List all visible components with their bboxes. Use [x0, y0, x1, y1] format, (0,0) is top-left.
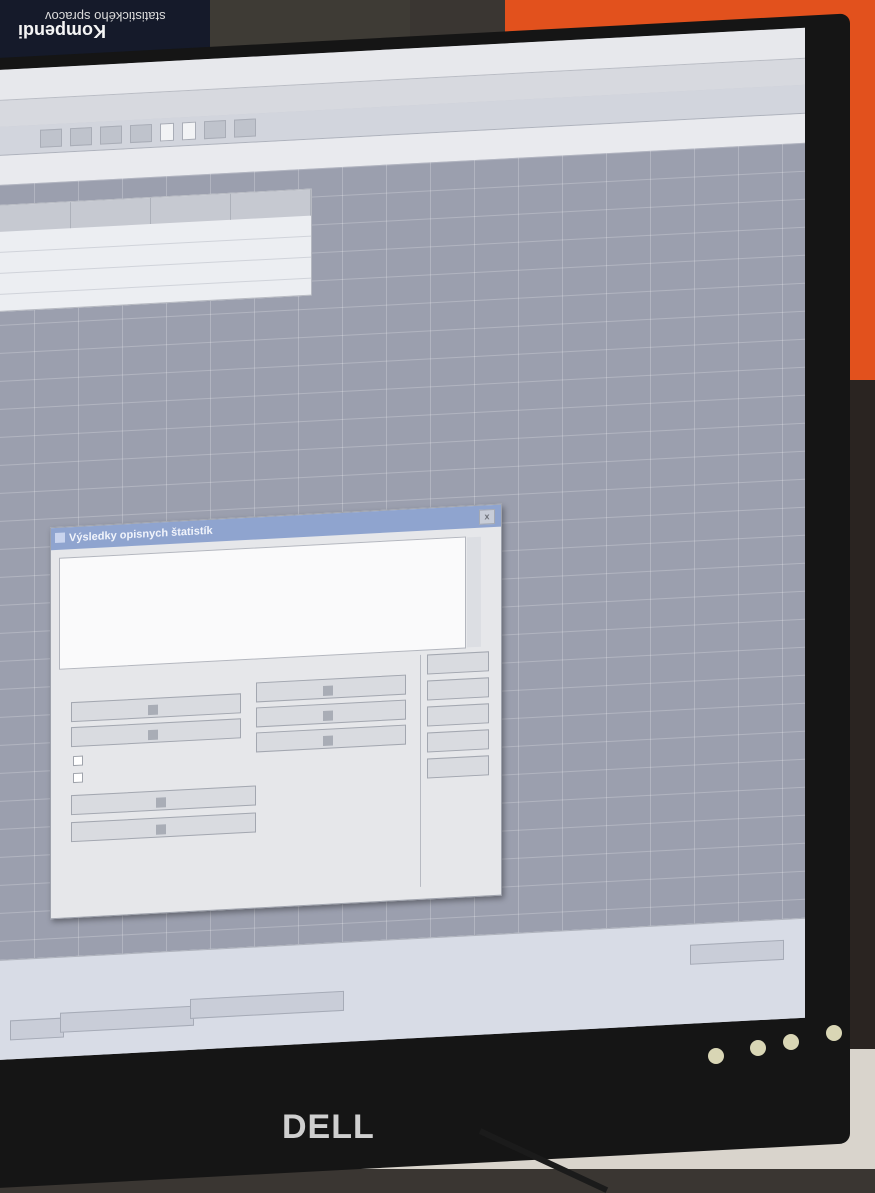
system-tray[interactable]: [690, 939, 784, 965]
bold-icon[interactable]: [204, 120, 226, 140]
table-icon: [148, 704, 158, 715]
monitor-brand-logo: DELL: [282, 1108, 375, 1146]
italic-icon[interactable]: [234, 118, 256, 138]
monitor-button[interactable]: [708, 1048, 724, 1064]
power-button[interactable]: [826, 1025, 842, 1041]
table-cell[interactable]: [151, 241, 231, 265]
middle-button-3[interactable]: [256, 724, 406, 753]
right-button-1[interactable]: [427, 651, 489, 675]
monitor-button[interactable]: [750, 1040, 766, 1056]
chart-icon: [323, 685, 333, 696]
close-icon[interactable]: x: [479, 508, 495, 525]
right-button-4[interactable]: [427, 729, 489, 753]
table-cell[interactable]: [151, 220, 231, 244]
table-cell[interactable]: [231, 237, 311, 261]
monitor-bezel: Výsledky opisnych štatistík x: [0, 13, 850, 1191]
checkbox-box[interactable]: [73, 755, 83, 766]
table-icon: [155, 796, 166, 808]
table-cell[interactable]: [71, 224, 151, 248]
left-button-1[interactable]: [71, 693, 241, 723]
table-cell[interactable]: [71, 245, 151, 269]
dialog-title: Výsledky opisnych štatistík: [69, 524, 213, 545]
chart-icon: [323, 735, 333, 746]
book-subtitle: statistického spracov: [45, 9, 166, 24]
checkbox-box[interactable]: [73, 772, 83, 783]
table-cell[interactable]: [0, 270, 71, 294]
open-icon[interactable]: [70, 127, 92, 147]
data-table: [0, 188, 312, 313]
font-select[interactable]: [160, 122, 174, 142]
left-button-3[interactable]: [71, 785, 256, 816]
middle-button-2[interactable]: [256, 699, 406, 728]
results-dialog: Výsledky opisnych štatistík x: [50, 503, 502, 920]
monitor-screen: Výsledky opisnych štatistík x: [0, 27, 805, 1061]
spreadsheet-grid[interactable]: Výsledky opisnych štatistík x: [0, 142, 805, 961]
checkbox-1[interactable]: [73, 754, 88, 766]
table-cell[interactable]: [231, 258, 311, 282]
taskbar-item[interactable]: [190, 990, 344, 1019]
middle-button-1[interactable]: [256, 674, 406, 703]
dialog-right-panel: [420, 651, 493, 887]
monitor-button[interactable]: [783, 1034, 799, 1050]
right-button-5[interactable]: [427, 755, 489, 779]
checkbox-2[interactable]: [73, 771, 88, 783]
save-icon[interactable]: [100, 125, 122, 145]
table-icon: [148, 729, 158, 740]
chart-icon: [323, 710, 333, 721]
taskbar-item[interactable]: [60, 1005, 194, 1033]
left-button-2[interactable]: [71, 718, 241, 748]
new-icon[interactable]: [40, 128, 62, 148]
right-button-2[interactable]: [427, 677, 489, 701]
preview-scrollbar[interactable]: [467, 536, 481, 648]
size-select[interactable]: [182, 121, 196, 141]
left-button-4[interactable]: [71, 812, 256, 843]
table-cell[interactable]: [71, 266, 151, 290]
print-icon[interactable]: [130, 123, 152, 144]
taskbar-item[interactable]: [10, 1017, 64, 1041]
results-preview: [59, 536, 481, 670]
app-icon: [55, 532, 65, 544]
table-cell[interactable]: [231, 216, 311, 240]
table-icon: [155, 823, 166, 835]
book-title: Kompendi: [18, 21, 106, 41]
table-cell[interactable]: [151, 262, 231, 286]
right-button-3[interactable]: [427, 703, 489, 727]
